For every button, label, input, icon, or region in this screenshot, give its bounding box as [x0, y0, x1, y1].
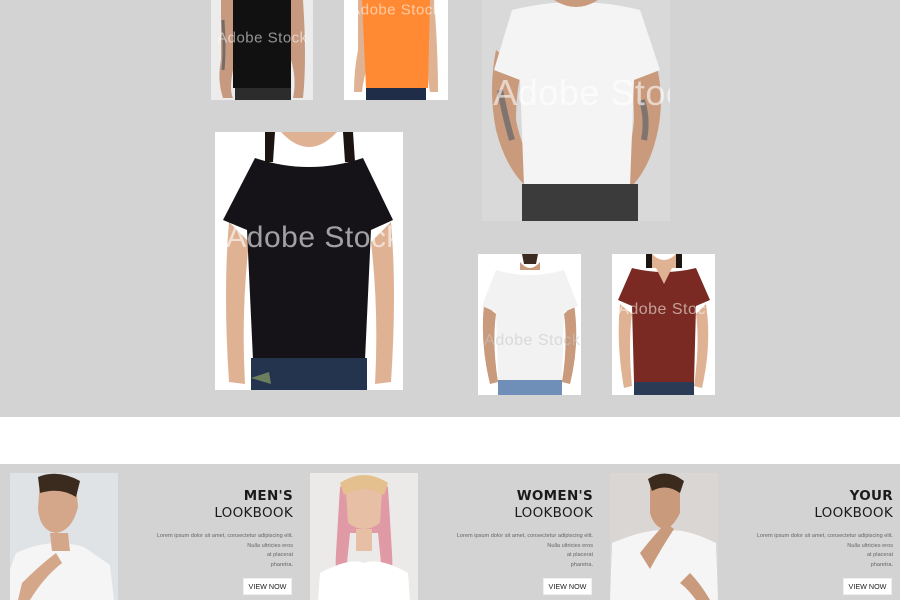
- lookbook-title-bold: YOUR: [849, 488, 893, 504]
- lookbook-title-bold: WOMEN'S: [516, 488, 593, 504]
- view-now-button[interactable]: VIEW NOW: [543, 578, 592, 595]
- desc-line: at placerat: [566, 552, 593, 558]
- desc-line: at placerat: [266, 552, 293, 558]
- lookbook-card-womens: WOMEN'S LOOKBOOK Lorem ipsum dolor sit a…: [300, 464, 600, 600]
- watermark-text: Adobe Stock: [618, 301, 715, 319]
- lookbook-description: Lorem ipsum dolor sit amet, consectetur …: [118, 532, 293, 570]
- watermark-text: Adobe Stock: [350, 1, 441, 19]
- lookbook-image-mens[interactable]: [10, 473, 118, 600]
- watermark-text: Adobe Stock: [217, 29, 308, 47]
- lookbook-title: YOUR LOOKBOOK: [814, 488, 893, 522]
- lookbook-card-mens: MEN'S LOOKBOOK Lorem ipsum dolor sit ame…: [0, 464, 300, 600]
- lookbook-title-bold: MEN'S: [243, 488, 293, 504]
- product-photo-woman-maroon-tshirt[interactable]: Adobe Stock: [612, 254, 715, 395]
- lookbook-title-normal: LOOKBOOK: [814, 505, 893, 521]
- watermark-text: Adobe Stock: [226, 220, 402, 254]
- lookbook-section: MEN'S LOOKBOOK Lorem ipsum dolor sit ame…: [0, 464, 900, 600]
- desc-line: at placerat: [866, 552, 893, 558]
- desc-line: Lorem ipsum dolor sit amet, consectetur …: [456, 533, 593, 539]
- desc-line: Nulla ultricies eros: [547, 542, 593, 549]
- desc-line: Lorem ipsum dolor sit amet, consectetur …: [156, 533, 293, 539]
- product-photo-man-white-tshirt-large[interactable]: Adobe Stock: [482, 0, 670, 221]
- lookbook-card-yours: YOUR LOOKBOOK Lorem ipsum dolor sit amet…: [600, 464, 900, 600]
- product-photo-woman-orange-tshirt[interactable]: Adobe Stock: [344, 0, 448, 100]
- view-now-button[interactable]: VIEW NOW: [243, 578, 292, 595]
- product-photo-man-black-tshirt[interactable]: Adobe Stock: [211, 0, 313, 100]
- watermark-text: Adobe Stock: [493, 71, 670, 113]
- lookbook-title: WOMEN'S LOOKBOOK: [514, 488, 593, 522]
- lookbook-image-yours[interactable]: [610, 473, 718, 600]
- desc-line: pharetra.: [570, 561, 593, 568]
- lookbook-title-normal: LOOKBOOK: [514, 505, 593, 521]
- watermark-text: Adobe Stock: [484, 332, 581, 350]
- lookbook-image-womens[interactable]: [310, 473, 418, 600]
- view-now-button[interactable]: VIEW NOW: [843, 578, 892, 595]
- product-photo-woman-black-tshirt[interactable]: Adobe Stock: [215, 132, 403, 390]
- desc-line: pharetra.: [870, 561, 893, 568]
- desc-line: Nulla ultricies eros: [247, 542, 293, 549]
- desc-line: Lorem ipsum dolor sit amet, consectetur …: [756, 533, 893, 539]
- lookbook-title-normal: LOOKBOOK: [214, 505, 293, 521]
- lookbook-title: MEN'S LOOKBOOK: [214, 488, 293, 522]
- lookbook-description: Lorem ipsum dolor sit amet, consectetur …: [718, 532, 893, 570]
- desc-line: pharetra.: [270, 561, 293, 568]
- product-gallery: Adobe Stock Adobe Stock Adobe Stock: [0, 0, 900, 417]
- lookbook-description: Lorem ipsum dolor sit amet, consectetur …: [418, 532, 593, 570]
- product-photo-man-white-tshirt-small[interactable]: Adobe Stock: [478, 254, 581, 395]
- desc-line: Nulla ultricies eros: [847, 542, 893, 549]
